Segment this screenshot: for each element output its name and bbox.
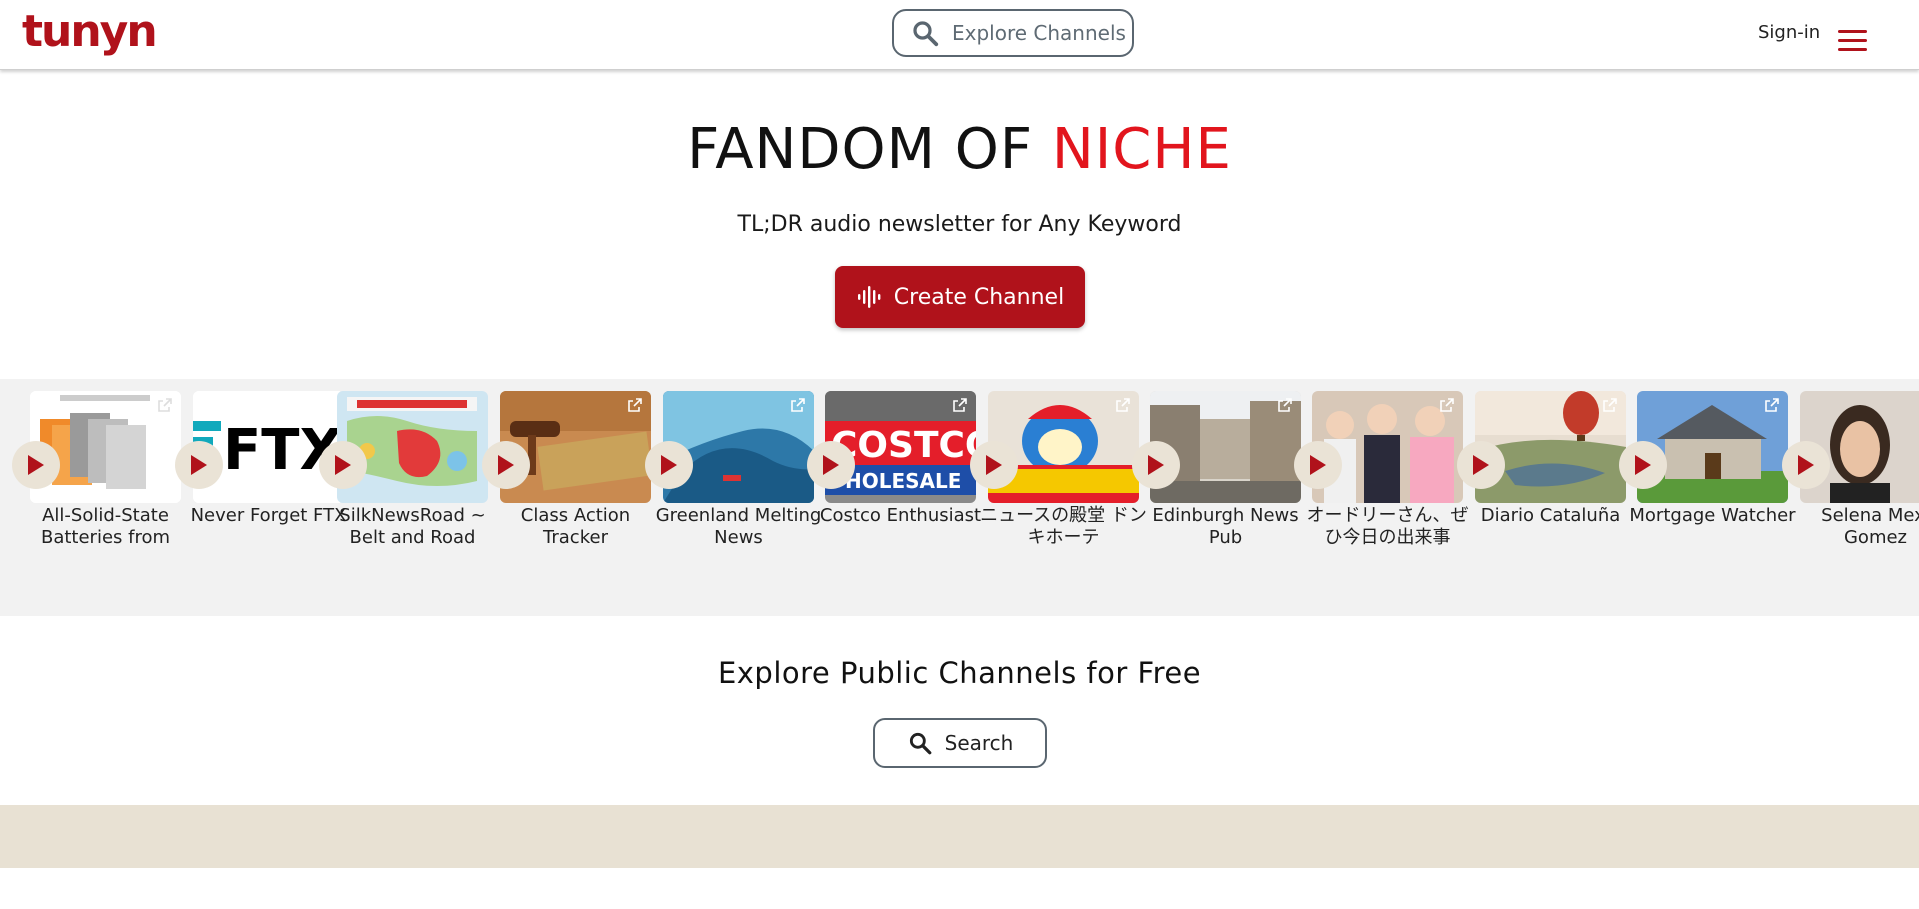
search-icon <box>909 732 932 755</box>
channel-label: All-Solid-State Batteries from <box>40 505 171 548</box>
search-placeholder: Explore Channels <box>952 21 1126 45</box>
play-icon <box>1473 455 1489 475</box>
explore-channels-search[interactable]: Explore Channels <box>892 9 1134 57</box>
play-icon <box>335 455 351 475</box>
play-button[interactable] <box>807 441 855 489</box>
create-channel-button[interactable]: Create Channel <box>835 266 1085 328</box>
tunyn-logo[interactable]: tunyn <box>22 6 158 57</box>
channel-label: Class Action Tracker <box>520 505 631 548</box>
play-icon <box>986 455 1002 475</box>
channel-label: Mortgage Watcher <box>1629 505 1796 526</box>
channel-label: SilkNewsRoad ~ Belt and Road <box>339 505 486 548</box>
play-button[interactable] <box>1457 441 1505 489</box>
channel-card[interactable]: SilkNewsRoad ~ Belt and Road <box>319 391 488 591</box>
create-channel-label: Create Channel <box>893 284 1065 310</box>
channel-label: Edinburgh News Pub <box>1152 505 1299 548</box>
external-link-icon[interactable] <box>790 397 806 413</box>
play-button[interactable] <box>1782 441 1830 489</box>
external-link-icon[interactable] <box>1439 397 1455 413</box>
play-icon <box>823 455 839 475</box>
play-button[interactable] <box>319 441 367 489</box>
play-button[interactable] <box>645 441 693 489</box>
sign-in-link[interactable]: Sign-in <box>1758 22 1820 43</box>
channel-card[interactable]: All-Solid-State Batteries from <box>12 391 181 591</box>
channel-label: Costco Enthusiast <box>819 505 982 526</box>
external-link-icon[interactable] <box>1277 397 1293 413</box>
external-link-icon[interactable] <box>157 397 173 413</box>
external-link-icon[interactable] <box>1115 397 1131 413</box>
search-button[interactable]: Search <box>873 718 1047 768</box>
play-button[interactable] <box>12 441 60 489</box>
play-button[interactable] <box>482 441 530 489</box>
channel-card[interactable]: Selena Mexi Gomez <box>1782 391 1919 591</box>
play-icon <box>191 455 207 475</box>
play-button[interactable] <box>970 441 1018 489</box>
channel-card[interactable]: ニュースの殿堂 ドンキホーテ <box>970 391 1147 591</box>
channel-carousel[interactable]: All-Solid-State Batteries from FTX Never… <box>0 379 1919 616</box>
footer-band <box>0 805 1919 868</box>
channel-card[interactable]: Mortgage Watcher <box>1619 391 1796 591</box>
channel-label: ニュースの殿堂 ドンキホーテ <box>980 505 1147 548</box>
channel-card[interactable]: Diario Cataluña <box>1457 391 1626 591</box>
external-link-icon[interactable] <box>1602 397 1618 413</box>
play-icon <box>1148 455 1164 475</box>
svg-text:HOLESALE: HOLESALE <box>845 469 961 493</box>
channel-label: Diario Cataluña <box>1480 505 1621 526</box>
channel-card[interactable]: Edinburgh News Pub <box>1132 391 1301 591</box>
hero-title-accent: NICHE <box>1051 117 1232 182</box>
channel-card[interactable]: Greenland Melting News <box>645 391 821 591</box>
channel-label: オードリーさん、ぜひ今日の出来事 <box>1306 505 1469 548</box>
channel-label: Greenland Melting News <box>655 505 822 548</box>
external-link-icon[interactable] <box>627 397 643 413</box>
play-icon <box>1310 455 1326 475</box>
audio-wave-icon <box>857 286 881 308</box>
external-link-icon[interactable] <box>1764 397 1780 413</box>
channel-card[interactable]: オードリーさん、ぜひ今日の出来事 <box>1294 391 1469 591</box>
play-button[interactable] <box>1294 441 1342 489</box>
play-icon <box>661 455 677 475</box>
explore-title: Explore Public Channels for Free <box>717 656 1202 690</box>
search-icon <box>913 21 939 47</box>
play-icon <box>1798 455 1814 475</box>
play-icon <box>28 455 44 475</box>
hamburger-menu-icon[interactable] <box>1838 30 1867 52</box>
channel-card[interactable]: COSTCO HOLESALE Costco Enthusiast <box>807 391 981 591</box>
channel-card[interactable]: FTX Never Forget FTX <box>175 391 346 591</box>
play-button[interactable] <box>1619 441 1667 489</box>
play-icon <box>1635 455 1651 475</box>
hero-title: FANDOM OF NICHE <box>0 117 1919 182</box>
external-link-icon[interactable] <box>952 397 968 413</box>
hero-title-main: FANDOM OF <box>687 117 1052 182</box>
channel-label: Selena Mexi Gomez <box>1821 505 1919 548</box>
channel-card[interactable]: Class Action Tracker <box>482 391 651 591</box>
play-button[interactable] <box>175 441 223 489</box>
hero-subtitle: TL;DR audio newsletter for Any Keyword <box>737 212 1182 237</box>
search-button-label: Search <box>944 731 1014 755</box>
play-icon <box>498 455 514 475</box>
play-button[interactable] <box>1132 441 1180 489</box>
top-header: tunyn Explore Channels Sign-in <box>0 0 1919 70</box>
